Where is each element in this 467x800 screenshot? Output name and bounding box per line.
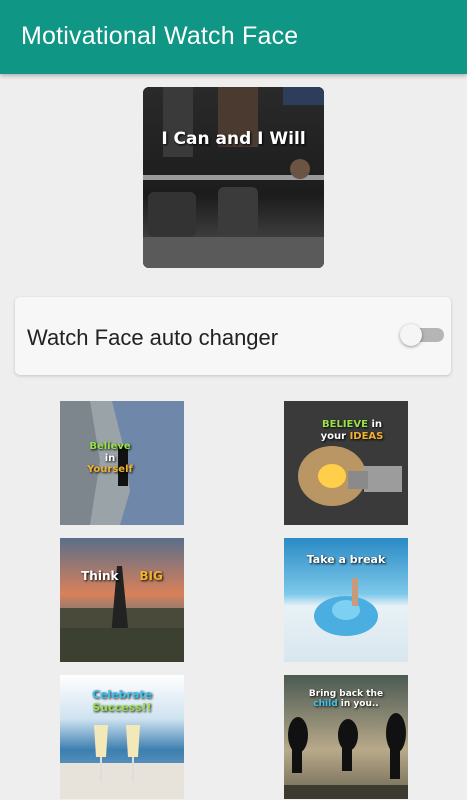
tile-text-line: Bring back the [308,689,384,699]
app-bar: Motivational Watch Face [0,0,467,74]
tile-image [60,538,184,662]
toggle-thumb [400,324,422,346]
watch-face-tile-think-big[interactable]: Think BIG [60,538,184,662]
tile-text-line: Believe [89,441,131,452]
tile-text-line: in you.. [340,699,379,710]
tile-text-line: child [313,699,338,710]
hero-caption: I Can and I Will [161,129,306,149]
auto-changer-card: Watch Face auto changer [15,297,451,375]
tile-text-line: your [320,430,347,442]
tile-text-line: in [104,452,116,464]
tile-text-line: IDEAS [349,430,384,442]
hero-image [143,87,324,268]
tile-text-line: in [371,419,382,430]
watch-face-tile-bring-back-child[interactable]: Bring back the child in you.. [284,675,408,799]
watch-face-tile-celebrate-success[interactable]: Celebrate Success!! [60,675,184,799]
tile-text-line: Success!! [92,700,152,714]
tile-text-line: BELIEVE [322,419,368,430]
tile-text-line: Celebrate [91,688,153,701]
tile-text-line: Yourself [87,464,133,475]
watch-face-tile-believe-yourself[interactable]: Believe in Yourself [60,401,184,525]
app-title: Motivational Watch Face [21,22,299,50]
watch-face-tile-believe-ideas[interactable]: BELIEVE in your IDEAS [284,401,408,525]
tile-text-line: Think [81,569,119,583]
auto-changer-label: Watch Face auto changer [27,325,279,350]
auto-changer-toggle[interactable] [400,324,446,346]
tile-text-line: BIG [139,569,163,583]
watch-face-tile-take-a-break[interactable]: Take a break [284,538,408,662]
tile-text-line: Take a break [306,553,386,566]
current-watch-face-preview[interactable]: I Can and I Will [143,87,324,268]
